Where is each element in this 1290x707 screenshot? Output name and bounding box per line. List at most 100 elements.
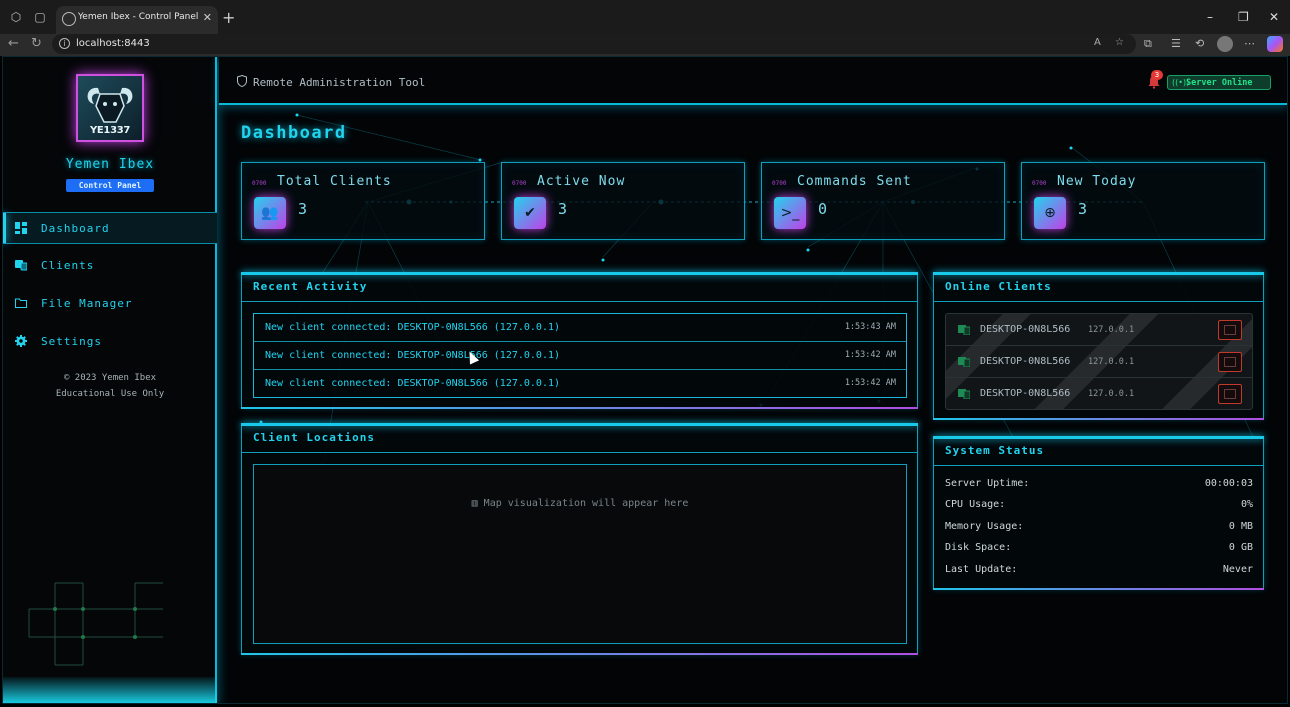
stat-value: 0 <box>818 200 828 218</box>
circuit-decoration <box>28 582 163 666</box>
favorite-star-icon[interactable]: ☆ <box>1115 37 1124 48</box>
avatar-label: YE1337 <box>89 125 131 136</box>
copilot-icon[interactable] <box>1267 36 1283 52</box>
stat-card-new-today: 0700 New Today ⊕ 3 <box>1021 162 1265 240</box>
activity-item[interactable]: New client connected: DESKTOP-0N8L566 (1… <box>254 342 906 370</box>
map-area[interactable]: ▥ Map visualization will appear here <box>253 464 907 644</box>
client-action-button[interactable] <box>1218 384 1242 404</box>
brand-name: Yemen Ibex <box>65 157 155 172</box>
shield-icon <box>237 75 247 87</box>
panel-title: System Status <box>934 438 1263 466</box>
client-action-button[interactable] <box>1218 320 1242 340</box>
history-icon[interactable]: ⟲ <box>1195 37 1204 50</box>
folder-icon <box>15 298 27 308</box>
status-value: 0 MB <box>1228 521 1253 532</box>
sidebar-item-label: File Manager <box>41 297 133 310</box>
brand-badge: Control Panel <box>66 179 154 192</box>
online-clients-panel: Online Clients DESKTOP-0N8L566 127.0.0.1… <box>933 272 1264 420</box>
status-value: 0% <box>1240 499 1253 510</box>
favorites-icon[interactable]: ☰ <box>1171 37 1181 50</box>
activity-time: 1:53:43 AM <box>844 322 896 332</box>
maximize-icon[interactable]: ❐ <box>1238 10 1249 24</box>
activity-text: New client connected: DESKTOP-0N8L566 (1… <box>265 322 561 333</box>
sidebar-item-label: Dashboard <box>41 222 110 235</box>
map-placeholder: ▥ Map visualization will appear here <box>254 498 906 509</box>
stat-label: New Today <box>1057 174 1137 189</box>
status-row: Memory Usage: 0 MB <box>945 521 1253 537</box>
client-action-button[interactable] <box>1218 352 1242 372</box>
client-row[interactable]: DESKTOP-0N8L566 127.0.0.1 <box>946 346 1252 378</box>
stat-value: 3 <box>1078 200 1088 218</box>
client-ip: 127.0.0.1 <box>1088 325 1135 335</box>
tab-actions-icon[interactable]: ▢ <box>32 9 48 25</box>
server-status-text: Server Online <box>1186 78 1253 88</box>
map-icon: ▥ <box>471 498 484 509</box>
url-text: localhost:8443 <box>76 38 150 49</box>
computer-icon <box>958 389 970 399</box>
profile-avatar[interactable] <box>1217 36 1233 52</box>
extensions-icon[interactable]: ⧉ <box>1144 37 1152 51</box>
refresh-icon[interactable]: ↻ <box>31 36 42 51</box>
client-row[interactable]: DESKTOP-0N8L566 127.0.0.1 <box>946 314 1252 346</box>
sidebar-item-clients[interactable]: Clients <box>3 250 217 282</box>
dashboard-icon <box>15 222 27 234</box>
sidebar-item-dashboard[interactable]: Dashboard <box>3 212 217 244</box>
activity-time: 1:53:42 AM <box>844 378 896 388</box>
clients-icon <box>15 260 27 271</box>
read-aloud-icon[interactable]: A <box>1094 37 1101 48</box>
globe-icon <box>62 12 76 26</box>
tab-title: Yemen Ibex - Control Panel <box>78 12 199 22</box>
status-label: Server Uptime: <box>945 478 1030 489</box>
sidebar-item-label: Clients <box>41 259 95 272</box>
client-name: DESKTOP-0N8L566 <box>980 388 1071 399</box>
activity-item[interactable]: New client connected: DESKTOP-0N8L566 (1… <box>254 370 906 398</box>
status-label: CPU Usage: <box>945 499 1006 510</box>
status-row: Disk Space: 0 GB <box>945 542 1253 558</box>
sidebar: YE1337 Yemen Ibex Control Panel Dashboar… <box>3 57 217 703</box>
status-label: Memory Usage: <box>945 521 1024 532</box>
back-icon[interactable]: ← <box>8 36 19 51</box>
status-row: Last Update: Never <box>945 564 1253 580</box>
stat-label: Commands Sent <box>797 174 912 189</box>
computer-icon <box>958 325 970 335</box>
client-row[interactable]: DESKTOP-0N8L566 127.0.0.1 <box>946 378 1252 409</box>
close-tab-icon[interactable]: ✕ <box>203 11 212 24</box>
client-name: DESKTOP-0N8L566 <box>980 324 1071 335</box>
activity-item[interactable]: New client connected: DESKTOP-0N8L566 (1… <box>254 314 906 342</box>
browser-tab[interactable]: Yemen Ibex - Control Panel ✕ <box>56 6 218 34</box>
stat-tag: 0700 <box>512 180 527 187</box>
minimize-icon[interactable]: – <box>1207 10 1213 24</box>
screen-icon <box>1224 325 1236 335</box>
page-title: Dashboard <box>241 123 347 143</box>
browser-tab-bar: ⬡ ▢ Yemen Ibex - Control Panel ✕ + – ❐ ✕ <box>0 0 1290 34</box>
activity-text: New client connected: DESKTOP-0N8L566 (1… <box>265 378 561 389</box>
status-label: Last Update: <box>945 564 1018 575</box>
footer-disclaimer: Educational Use Only <box>55 389 165 399</box>
activity-time: 1:53:42 AM <box>844 350 896 360</box>
status-row: CPU Usage: 0% <box>945 499 1253 515</box>
stat-card-total-clients: 0700 Total Clients 👥 3 <box>241 162 485 240</box>
stat-tag: 0700 <box>252 180 267 187</box>
sidebar-item-settings[interactable]: Settings <box>3 326 217 358</box>
notification-badge: 3 <box>1151 70 1163 80</box>
sidebar-item-label: Settings <box>41 335 102 348</box>
new-tab-button[interactable]: + <box>222 8 235 27</box>
sidebar-item-file-manager[interactable]: File Manager <box>3 288 217 320</box>
panel-title: Online Clients <box>934 274 1263 302</box>
site-info-icon[interactable]: i <box>59 38 70 49</box>
more-menu-icon[interactable]: ⋯ <box>1244 37 1255 50</box>
url-field[interactable]: i localhost:8443 A ☆ <box>52 34 1136 54</box>
computer-icon <box>958 357 970 367</box>
activity-list: New client connected: DESKTOP-0N8L566 (1… <box>253 313 907 398</box>
app-window: YE1337 Yemen Ibex Control Panel Dashboar… <box>2 56 1288 704</box>
header-title: Remote Administration Tool <box>253 76 426 89</box>
client-locations-panel: Client Locations ▥ Map visualization wil… <box>241 423 918 655</box>
top-header: Remote Administration Tool 3 ((•)) Serve… <box>219 57 1287 105</box>
panel-title: Recent Activity <box>242 274 917 302</box>
status-value: 0 GB <box>1228 542 1253 553</box>
map-placeholder-text: Map visualization will appear here <box>483 498 689 509</box>
window-close-icon[interactable]: ✕ <box>1269 10 1279 24</box>
stat-tag: 0700 <box>1032 180 1047 187</box>
gear-icon <box>15 335 27 347</box>
workspaces-icon[interactable]: ⬡ <box>8 9 24 25</box>
